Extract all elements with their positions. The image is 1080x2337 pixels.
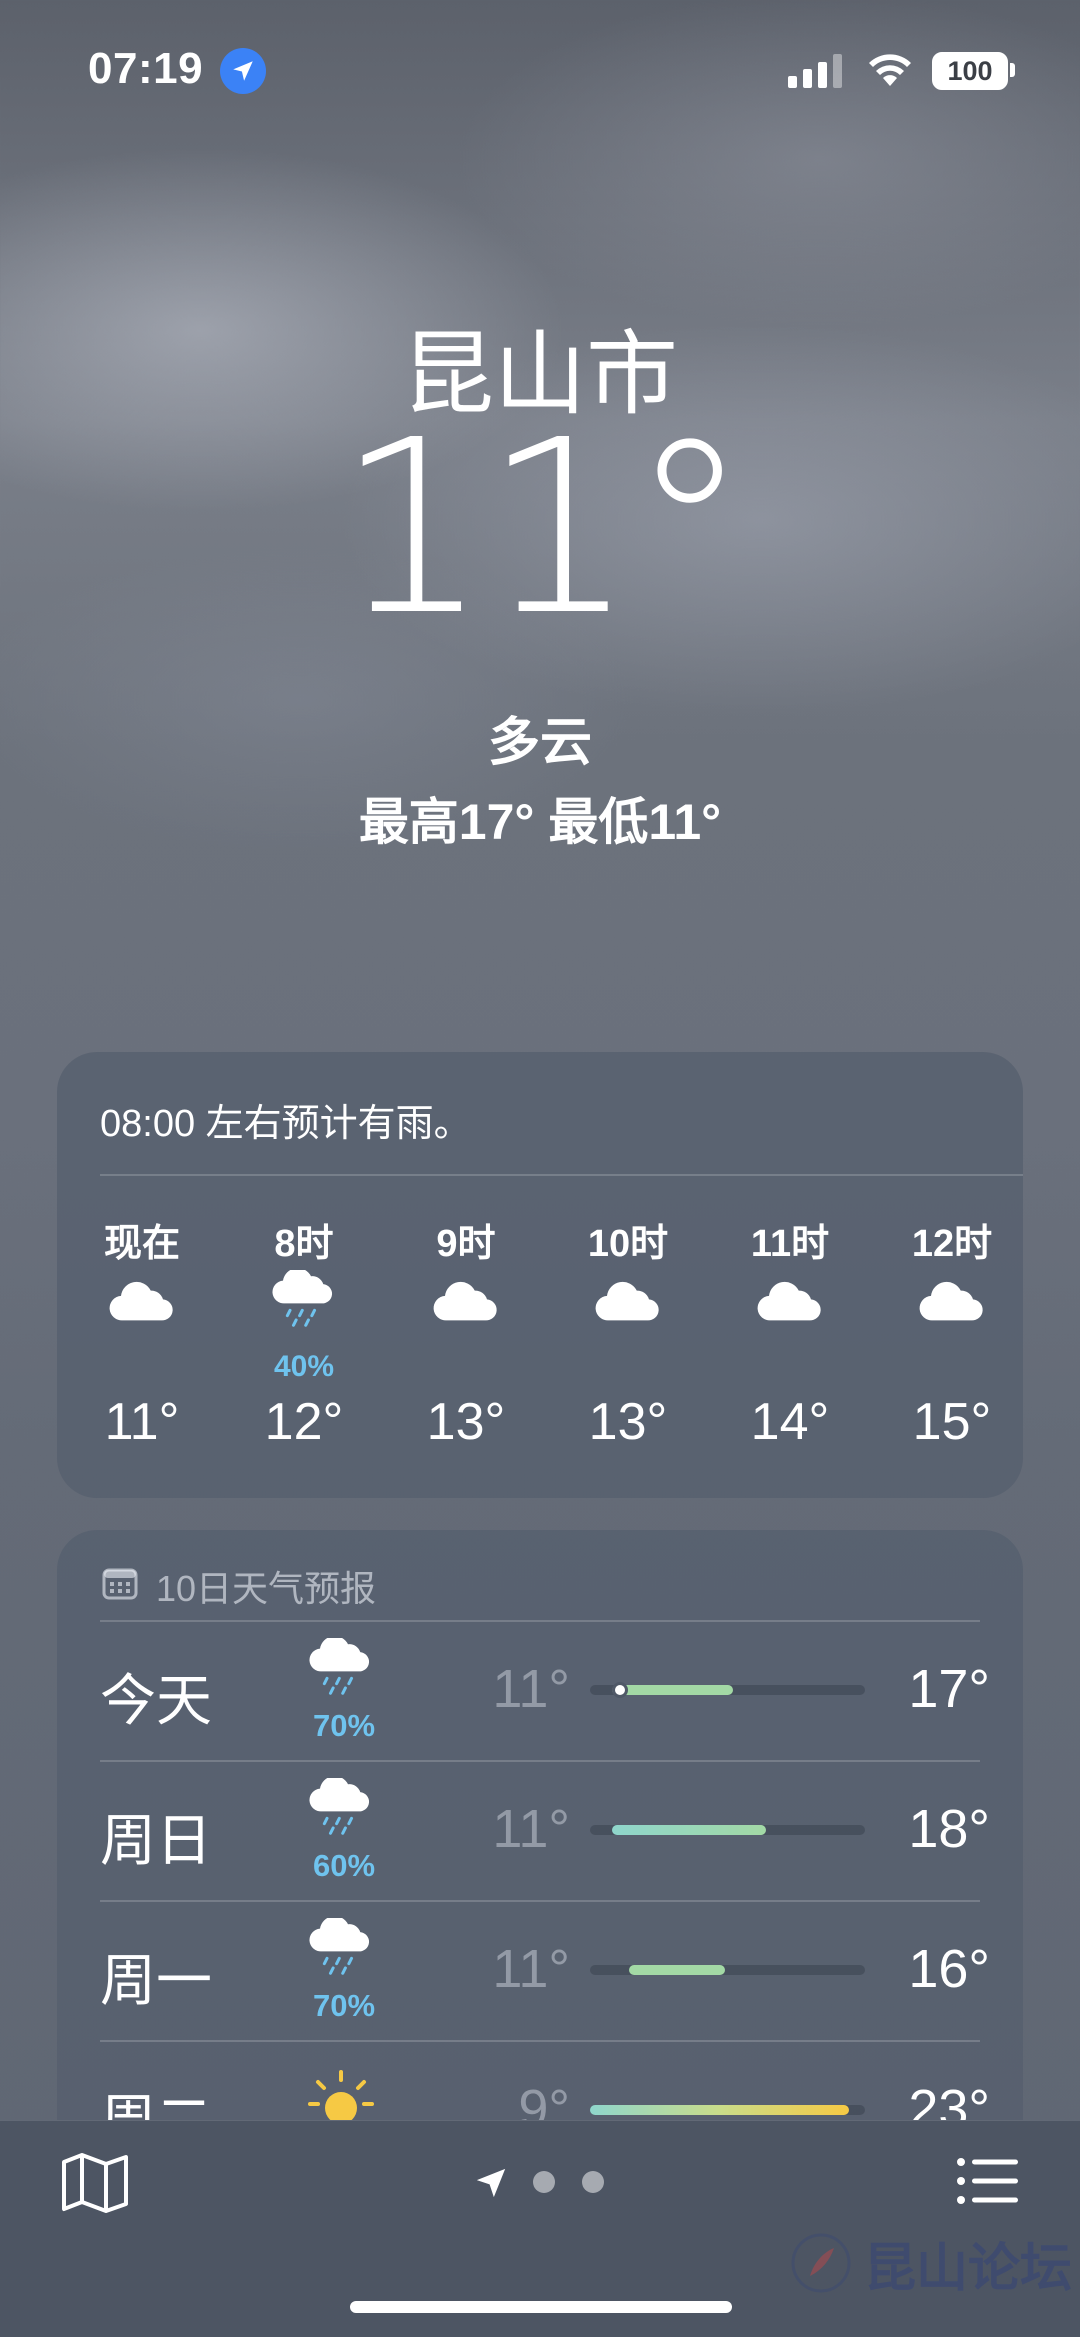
page-dot[interactable] [582, 2171, 604, 2193]
hour-temperature: 13° [588, 1393, 668, 1451]
hourly-item: 11时 14° [710, 1212, 870, 1451]
low-temperature: 11° [492, 1659, 570, 1719]
battery-tip [1010, 63, 1015, 77]
watermark: 昆山论坛 [790, 2232, 1072, 2299]
cloud-icon [386, 1280, 546, 1360]
day-name: 周日 [100, 1809, 212, 1872]
hour-label: 8时 [274, 1223, 334, 1265]
home-indicator[interactable] [350, 2301, 732, 2313]
daily-forecast-header: 10日天气预报 [156, 1568, 377, 1609]
cloud-icon [548, 1280, 708, 1360]
page-dot[interactable] [533, 2171, 555, 2193]
location-arrow-icon [220, 48, 266, 94]
hour-label: 10时 [587, 1223, 669, 1265]
cloud-rain-icon [306, 1776, 382, 1848]
cloud-icon [872, 1280, 1032, 1360]
temperature-range-bar [590, 1825, 865, 1835]
hour-label: 12时 [911, 1223, 993, 1265]
hourly-summary: 08:00 左右预计有雨。 [100, 1103, 472, 1145]
cloud-rain-icon [224, 1268, 384, 1350]
cloud-icon [62, 1280, 222, 1360]
temperature-range-bar [590, 1965, 865, 1975]
precip-chance: 40% [273, 1350, 335, 1383]
hour-temperature: 15° [912, 1393, 992, 1451]
divider [100, 1900, 980, 1902]
hour-label: 现在 [103, 1223, 180, 1265]
hour-temperature: 14° [750, 1393, 830, 1451]
day-name: 周一 [100, 1949, 212, 2012]
map-icon[interactable] [60, 2152, 130, 2214]
hourly-item: 现在 11° [62, 1212, 222, 1451]
wifi-icon [869, 54, 911, 86]
current-temperature-marker [612, 1682, 628, 1698]
hourly-item: 12时 15° [872, 1212, 1032, 1451]
high-temperature: 18° [908, 1799, 990, 1859]
divider [100, 1760, 980, 1762]
high-low-temperature: 最高17° 最低11° [358, 794, 722, 850]
divider [100, 1620, 980, 1622]
precip-chance: 70% [312, 1988, 376, 2023]
precip-chance: 60% [312, 1848, 376, 1883]
calendar-icon [102, 1568, 138, 1600]
high-temperature: 16° [908, 1939, 990, 1999]
low-temperature: 11° [492, 1939, 570, 1999]
current-location-page-icon[interactable] [474, 2166, 508, 2200]
watermark-logo-icon [791, 2233, 851, 2293]
temperature-range-bar [590, 2105, 865, 2115]
battery-indicator: 100 [932, 52, 1008, 90]
precip-chance: 70% [312, 1708, 376, 1743]
status-time: 07:19 [88, 44, 204, 93]
day-name: 今天 [100, 1669, 212, 1732]
current-condition: 多云 [487, 714, 592, 772]
hour-label: 9时 [436, 1223, 496, 1265]
hour-temperature: 12° [264, 1393, 344, 1451]
low-temperature: 11° [492, 1799, 570, 1859]
temperature-range-fill [590, 2105, 849, 2115]
hour-temperature: 11° [104, 1393, 180, 1451]
divider [100, 1174, 1023, 1176]
temperature-range-fill [612, 1825, 766, 1835]
current-temperature: 11° [336, 388, 749, 668]
temperature-range-fill [628, 1965, 725, 1975]
cloud-rain-icon [306, 1636, 382, 1708]
hourly-item: 8时 40% 12° [224, 1212, 384, 1451]
temperature-range-bar [590, 1682, 865, 1698]
divider [100, 2040, 980, 2042]
watermark-text: 昆山论坛 [864, 2237, 1073, 2299]
temperature-range-fill [612, 1685, 733, 1695]
list-icon[interactable] [956, 2156, 1018, 2206]
cellular-signal-icon [788, 54, 842, 88]
hour-temperature: 13° [426, 1393, 506, 1451]
hourly-item: 10时 13° [548, 1212, 708, 1451]
cloud-icon [710, 1280, 870, 1360]
hour-label: 11时 [750, 1223, 830, 1265]
high-temperature: 17° [908, 1659, 990, 1719]
cloud-rain-icon [306, 1916, 382, 1988]
hourly-item: 9时 13° [386, 1212, 546, 1451]
